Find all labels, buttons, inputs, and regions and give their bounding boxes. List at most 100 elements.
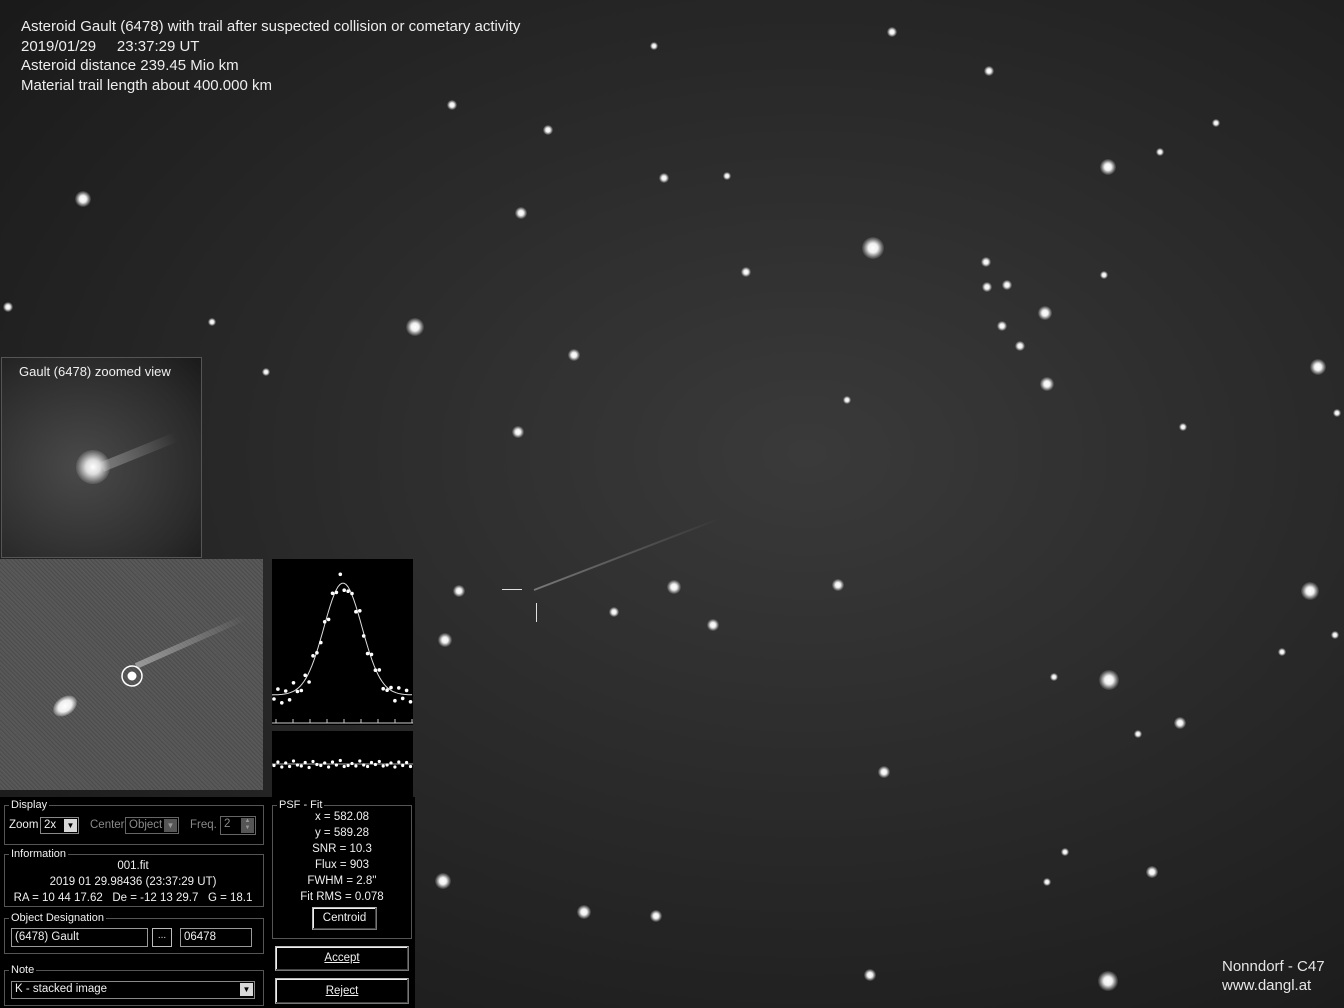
centroid-button[interactable]: Centroid xyxy=(312,907,377,930)
residual-point xyxy=(338,758,342,763)
psf-data-point xyxy=(295,689,300,694)
star xyxy=(832,579,844,591)
note-select[interactable]: K - stacked image ▼ xyxy=(11,981,255,999)
zoomed-view-inset: Gault (6478) zoomed view xyxy=(1,357,202,558)
info-coordinates: RA = 10 44 17.62 De = -12 13 29.7 G = 18… xyxy=(13,892,253,904)
star xyxy=(568,349,580,361)
zoom-value: 2x xyxy=(44,819,57,831)
psf-residual-plot xyxy=(272,731,413,797)
psf-rms: Fit RMS = 0.078 xyxy=(300,891,384,903)
freq-spinner[interactable]: 2 ▲ ▼ xyxy=(220,816,256,835)
star xyxy=(1043,878,1051,886)
freq-label: Freq. xyxy=(190,819,217,831)
residual-point xyxy=(334,763,338,767)
star xyxy=(1061,848,1069,856)
psf-data-point xyxy=(408,700,413,704)
residual-point xyxy=(401,763,405,768)
residual-point xyxy=(319,763,323,768)
psf-data-point xyxy=(291,681,296,685)
star xyxy=(1174,717,1186,729)
reject-button[interactable]: Reject xyxy=(275,978,409,1004)
designation-legend: Object Designation xyxy=(11,912,104,924)
psf-data-point xyxy=(315,651,319,655)
psf-data-point xyxy=(307,680,311,684)
accept-button[interactable]: Accept xyxy=(275,946,409,971)
psf-data-point xyxy=(350,591,354,596)
psf-profile-plot xyxy=(272,559,413,725)
psf-x: x = 582.08 xyxy=(314,811,370,823)
psf-data-point xyxy=(400,696,405,701)
star xyxy=(984,66,994,76)
star xyxy=(981,257,991,267)
comet-tail xyxy=(134,614,247,669)
psf-data-point xyxy=(334,590,339,595)
residual-point xyxy=(288,764,292,769)
star xyxy=(1179,423,1187,431)
residual-point xyxy=(342,764,346,769)
residual-point xyxy=(346,763,350,768)
ellipsis-icon[interactable]: ... xyxy=(152,928,172,947)
star xyxy=(208,318,216,326)
psf-data-point xyxy=(404,688,409,693)
residual-point xyxy=(366,764,370,769)
information-legend: Information xyxy=(11,848,67,860)
psf-data-point xyxy=(369,652,374,657)
psf-data-point xyxy=(354,609,358,614)
star xyxy=(543,125,553,135)
residual-point xyxy=(408,764,413,769)
residual-point xyxy=(284,761,288,765)
residual-point xyxy=(299,764,303,768)
image-caption: Asteroid Gault (6478) with trail after s… xyxy=(21,17,520,95)
residual-point xyxy=(377,759,381,764)
star xyxy=(1278,648,1286,656)
psf-data-point xyxy=(377,668,382,672)
residual-point xyxy=(291,759,296,763)
star xyxy=(650,42,658,50)
residual-point xyxy=(327,765,331,769)
crosshair-vertical xyxy=(536,603,537,622)
asteroid-blob xyxy=(76,450,110,484)
psf-data-point xyxy=(280,701,284,705)
psf-data-point xyxy=(346,589,350,593)
psf-data-point xyxy=(330,591,335,596)
psf-flux: Flux = 903 xyxy=(314,859,370,871)
chevron-down-icon[interactable]: ▼ xyxy=(164,819,177,832)
star xyxy=(1333,409,1341,417)
star xyxy=(577,905,591,919)
star xyxy=(1146,866,1158,878)
reference-star xyxy=(49,691,81,721)
designation-name-field[interactable]: (6478) Gault xyxy=(11,928,148,947)
accept-label: Accept xyxy=(324,952,360,964)
psf-data-point xyxy=(326,617,331,622)
zoom-select[interactable]: 2x ▼ xyxy=(40,817,79,834)
freq-value: 2 xyxy=(224,818,231,830)
object-image-panel[interactable] xyxy=(0,559,263,790)
residual-point xyxy=(373,762,377,767)
psf-data-point xyxy=(319,640,323,645)
star xyxy=(1134,730,1142,738)
residual-point xyxy=(307,765,311,770)
residual-point xyxy=(350,761,354,766)
star xyxy=(438,633,452,647)
psf-data-point xyxy=(299,688,304,693)
center-select[interactable]: Object ▼ xyxy=(125,817,179,834)
star xyxy=(1212,119,1220,127)
star xyxy=(447,100,457,110)
star xyxy=(862,237,884,259)
chevron-down-icon[interactable]: ▼ xyxy=(240,983,253,996)
spin-updown-icon[interactable]: ▲ ▼ xyxy=(241,818,254,833)
psf-data-point xyxy=(385,688,389,692)
psf-data-point xyxy=(397,686,401,690)
center-label: Center xyxy=(90,819,125,831)
designation-number-field[interactable]: 06478 xyxy=(180,928,252,947)
star xyxy=(843,396,851,404)
star xyxy=(707,619,719,631)
chevron-down-icon[interactable]: ▼ xyxy=(64,819,77,832)
residual-point xyxy=(358,759,362,763)
residual-point xyxy=(276,760,280,764)
residual-point xyxy=(405,760,409,765)
info-filename: 001.fit xyxy=(117,860,149,872)
star xyxy=(1301,582,1319,600)
star xyxy=(1100,159,1116,175)
star xyxy=(1040,377,1054,391)
